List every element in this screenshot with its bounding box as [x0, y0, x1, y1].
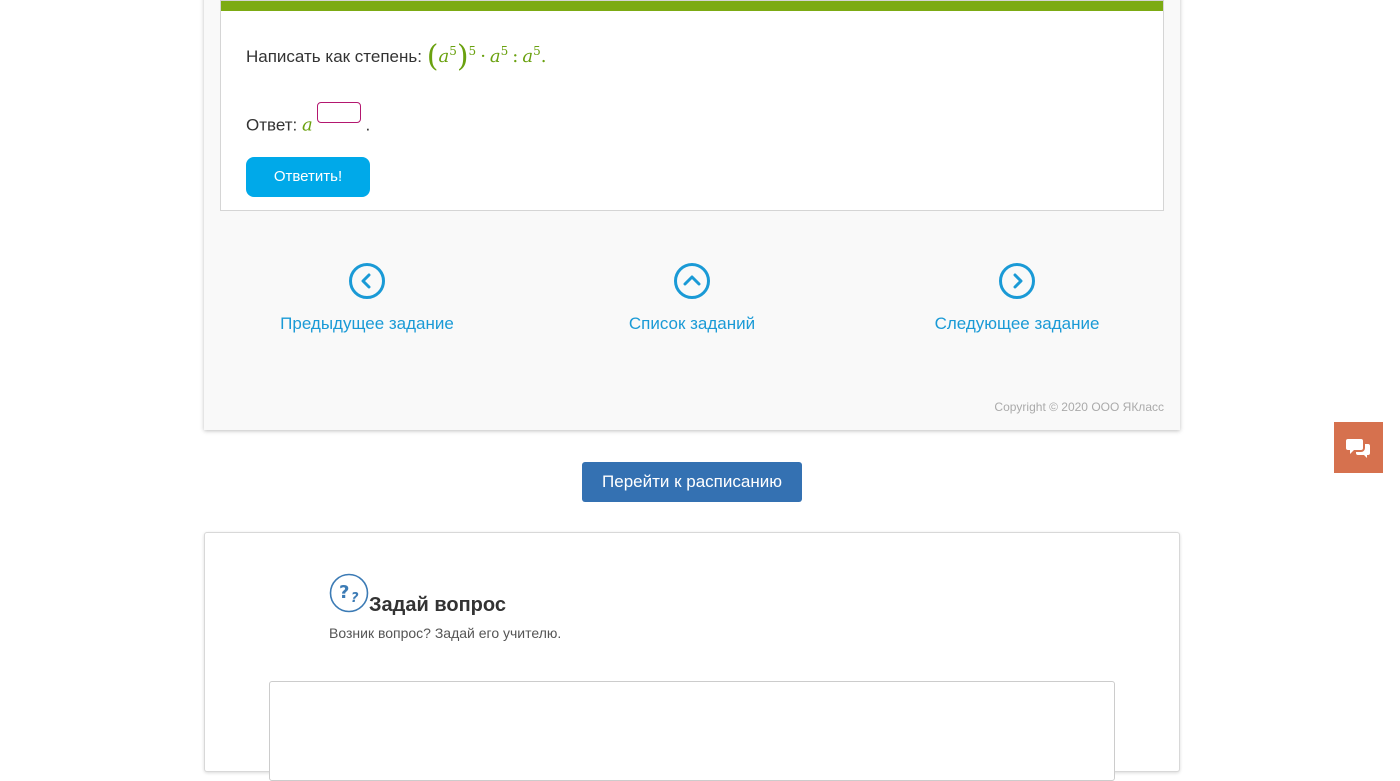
chat-widget-button[interactable] — [1334, 422, 1383, 473]
chat-bubbles-icon — [1345, 438, 1370, 458]
task-prompt: Написать как степень: — [246, 47, 422, 66]
ask-question-card: ? ? Задай вопрос Возник вопрос? Задай ег… — [204, 532, 1180, 781]
svg-text:?: ? — [351, 591, 359, 606]
task-card: Написать как степень: (a5)5 · a5: a5. Ответ… — [204, 0, 1180, 430]
answer-line: Ответ: a . — [246, 102, 370, 136]
go-to-schedule-button[interactable]: Перейти к расписанию — [582, 462, 802, 502]
task-expression: (a5)5 · a5: a5. — [426, 39, 547, 74]
task-list-link[interactable]: Список заданий — [572, 263, 812, 334]
task-list-label[interactable]: Список заданий — [572, 314, 812, 334]
chevron-up-icon[interactable] — [674, 263, 710, 299]
ask-question-title: Задай вопрос — [369, 594, 506, 616]
question-marks-icon: ? ? — [329, 573, 369, 613]
answer-exponent-input[interactable] — [316, 102, 361, 123]
task-header-bar — [221, 1, 1163, 11]
prev-task-link[interactable]: Предыдущее задание — [247, 263, 487, 334]
task-box: Написать как степень: (a5)5 · a5: a5. Ответ… — [220, 0, 1164, 211]
copyright-text: Copyright © 2020 ООО ЯКласс — [994, 400, 1164, 414]
ask-question-subtitle: Возник вопрос? Задай его учителю. — [329, 625, 562, 641]
submit-answer-button[interactable]: Ответить! — [246, 157, 370, 197]
prev-task-label[interactable]: Предыдущее задание — [247, 314, 487, 334]
task-statement: Написать как степень: (a5)5 · a5: a5. — [246, 35, 547, 74]
answer-base: a — [301, 114, 313, 136]
next-task-label[interactable]: Следующее задание — [897, 314, 1137, 334]
chevron-left-icon[interactable] — [349, 263, 385, 299]
answer-end: . — [365, 115, 371, 135]
question-textarea[interactable] — [269, 681, 1115, 781]
answer-label: Ответ: — [246, 115, 298, 135]
svg-text:?: ? — [339, 582, 349, 603]
next-task-link[interactable]: Следующее задание — [897, 263, 1137, 334]
chevron-right-icon[interactable] — [999, 263, 1035, 299]
